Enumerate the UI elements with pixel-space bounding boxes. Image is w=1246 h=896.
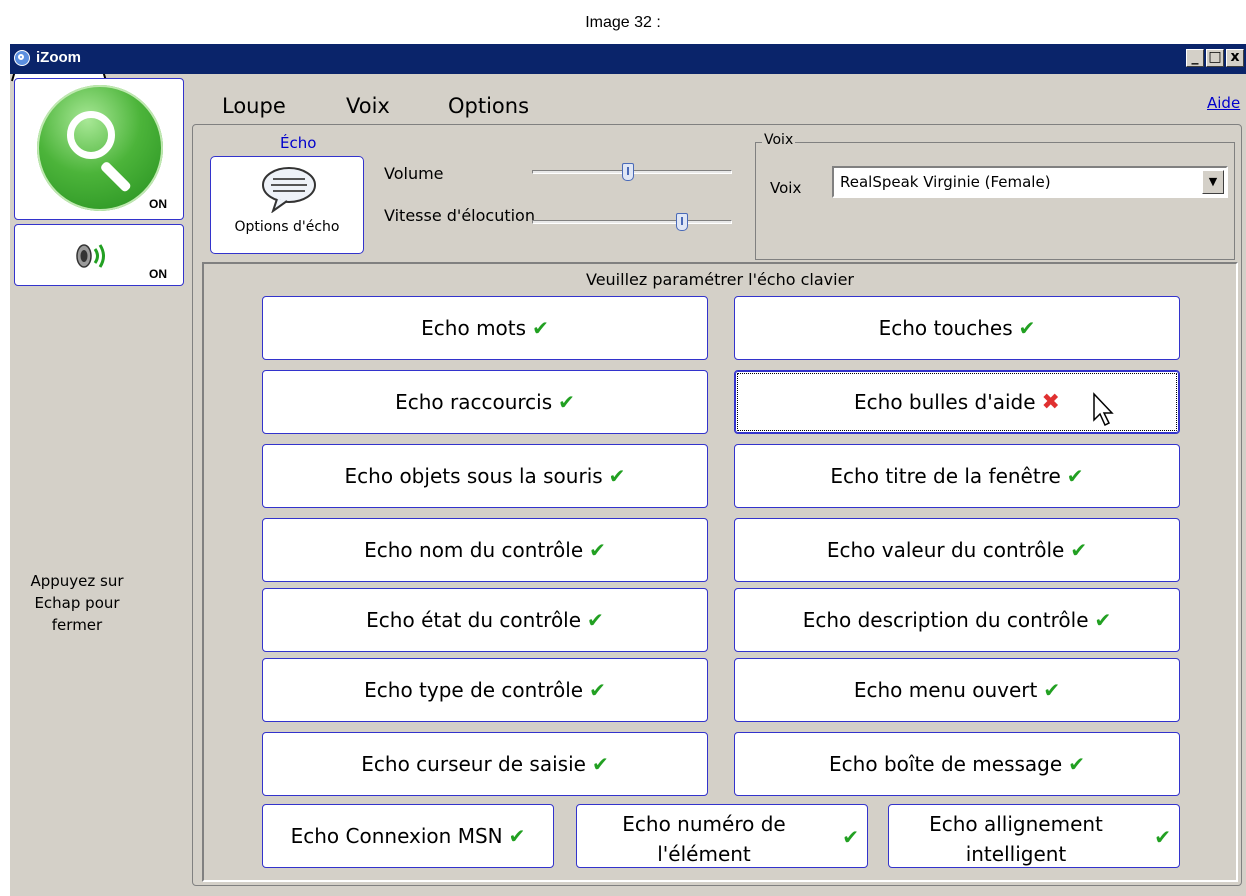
voice-group-legend: Voix [762,132,796,148]
echo-option-label: Echo bulles d'aide [854,390,1036,414]
check-icon: ✔ [591,752,609,776]
image-caption: Image 32 : [585,14,661,31]
check-icon: ✔ [1154,825,1171,849]
escape-hint: Appuyez sur Echap pour fermer [10,570,144,636]
echo-option-label: Echo curseur de saisie [361,752,586,776]
lens-handle-icon [99,160,132,193]
speech-rate-slider-thumb[interactable] [676,213,688,231]
echo-option-label: Echo objets sous la souris [344,464,603,488]
echo-option-label: Echo Connexion MSN [290,824,503,848]
voice-select-label: Voix [770,179,802,197]
title-bar[interactable]: iZoom _ □ x [10,44,1246,74]
magnifier-status: ON [149,197,167,211]
voice-toggle-button[interactable]: ON [14,224,184,286]
echo-option-label: Echo description du contrôle [802,608,1089,632]
echo-option-label: Echo allignement intelligent [889,809,1143,869]
escape-hint-line: Echap pour [34,594,120,612]
tab-voix[interactable]: Voix [346,94,390,118]
lens-icon [67,111,115,159]
speech-rate-label: Vitesse d'élocution [384,206,535,225]
echo-option-label: Echo nom du contrôle [364,538,584,562]
echo-option-label-line: Echo allignement [929,812,1103,836]
speech-rate-slider-track[interactable] [532,220,732,224]
check-icon: ✔ [1094,608,1112,632]
cross-icon: ✖ [1041,389,1060,415]
check-icon: ✔ [1043,678,1061,702]
echo-option-label-line: Echo numéro de [622,812,786,836]
echo-option-button[interactable]: Echo menu ouvert ✔ [734,658,1180,722]
echo-option-button[interactable]: Echo nom du contrôle ✔ [262,518,708,582]
echo-option-label-line: intelligent [965,842,1067,866]
check-icon: ✔ [589,678,606,702]
check-icon: ✔ [558,390,575,414]
tab-loupe[interactable]: Loupe [222,94,286,118]
echo-option-button[interactable]: Echo numéro de l'élément ✔ [576,804,868,868]
echo-option-label-line: l'élément [657,842,751,866]
echo-option-button[interactable]: Echo objets sous la souris ✔ [262,444,708,508]
check-icon: ✔ [1018,316,1036,340]
escape-hint-line: Appuyez sur [30,572,124,590]
magnifier-toggle-button[interactable]: ON [14,78,184,220]
escape-hint-line: fermer [51,616,103,634]
izoom-window: iZoom _ □ x ON ON Appuyez sur Echap pour… [10,44,1246,896]
voice-group-box [755,142,1235,260]
echo-option-button[interactable]: Echo boîte de message ✔ [734,732,1180,796]
keyboard-echo-title: Veuillez paramétrer l'écho clavier [585,270,854,289]
echo-option-label: Echo type de contrôle [364,678,584,702]
echo-option-label: Echo raccourcis [395,390,553,414]
check-icon: ✔ [532,316,549,340]
echo-option-label: Echo état du contrôle [366,608,582,632]
check-icon: ✔ [842,825,859,849]
window-title: iZoom [36,49,81,66]
volume-label: Volume [384,164,444,183]
help-link[interactable]: Aide [1207,94,1240,112]
echo-option-button[interactable]: Echo description du contrôle ✔ [734,588,1180,652]
chevron-down-icon[interactable]: ▼ [1202,170,1224,194]
voice-select-value: RealSpeak Virginie (Female) [840,173,1051,191]
echo-option-button[interactable]: Echo valeur du contrôle ✔ [734,518,1180,582]
check-icon: ✔ [608,464,626,488]
echo-option-button[interactable]: Echo allignement intelligent ✔ [888,804,1180,868]
echo-option-label: Echo mots [421,316,527,340]
echo-option-button[interactable]: Echo état du contrôle ✔ [262,588,708,652]
speech-bubble-icon [262,167,316,213]
volume-slider-thumb[interactable] [622,163,634,181]
check-icon: ✔ [1070,538,1088,562]
echo-options-button[interactable]: Options d'écho [210,156,364,254]
mouse-cursor-icon [1093,392,1114,427]
echo-option-button[interactable]: Echo raccourcis ✔ [262,370,708,434]
echo-caption: Écho [280,134,317,152]
echo-option-button[interactable]: Echo touches ✔ [734,296,1180,360]
echo-option-button[interactable]: Echo type de contrôle ✔ [262,658,708,722]
voice-status: ON [149,267,167,281]
check-icon: ✔ [1066,464,1084,488]
echo-option-label: Echo valeur du contrôle [826,538,1065,562]
tab-options[interactable]: Options [448,94,529,118]
check-icon: ✔ [508,824,526,848]
maximize-button[interactable]: □ [1206,49,1224,67]
check-icon: ✔ [587,608,604,632]
app-magnifier-icon [14,50,30,66]
echo-option-button[interactable]: Echo Connexion MSN ✔ [262,804,554,868]
voice-select[interactable]: RealSpeak Virginie (Female) ▼ [832,166,1228,198]
echo-option-label: Echo menu ouvert [853,678,1038,702]
echo-option-label: Echo numéro de l'élément [577,809,831,869]
close-button[interactable]: x [1226,49,1244,67]
echo-option-button[interactable]: Echo mots ✔ [262,296,708,360]
echo-option-button[interactable]: Echo titre de la fenêtre ✔ [734,444,1180,508]
check-icon: ✔ [1068,752,1085,776]
check-icon: ✔ [589,538,606,562]
echo-option-label: Echo boîte de message [829,752,1063,776]
echo-option-label: Echo touches [878,316,1013,340]
echo-option-button[interactable]: Echo curseur de saisie ✔ [262,732,708,796]
speaker-icon [76,244,105,268]
echo-option-label: Echo titre de la fenêtre [830,464,1061,488]
minimize-button[interactable]: _ [1186,49,1204,67]
magnifier-power-icon [37,85,163,211]
echo-options-label: Options d'écho [234,219,340,235]
